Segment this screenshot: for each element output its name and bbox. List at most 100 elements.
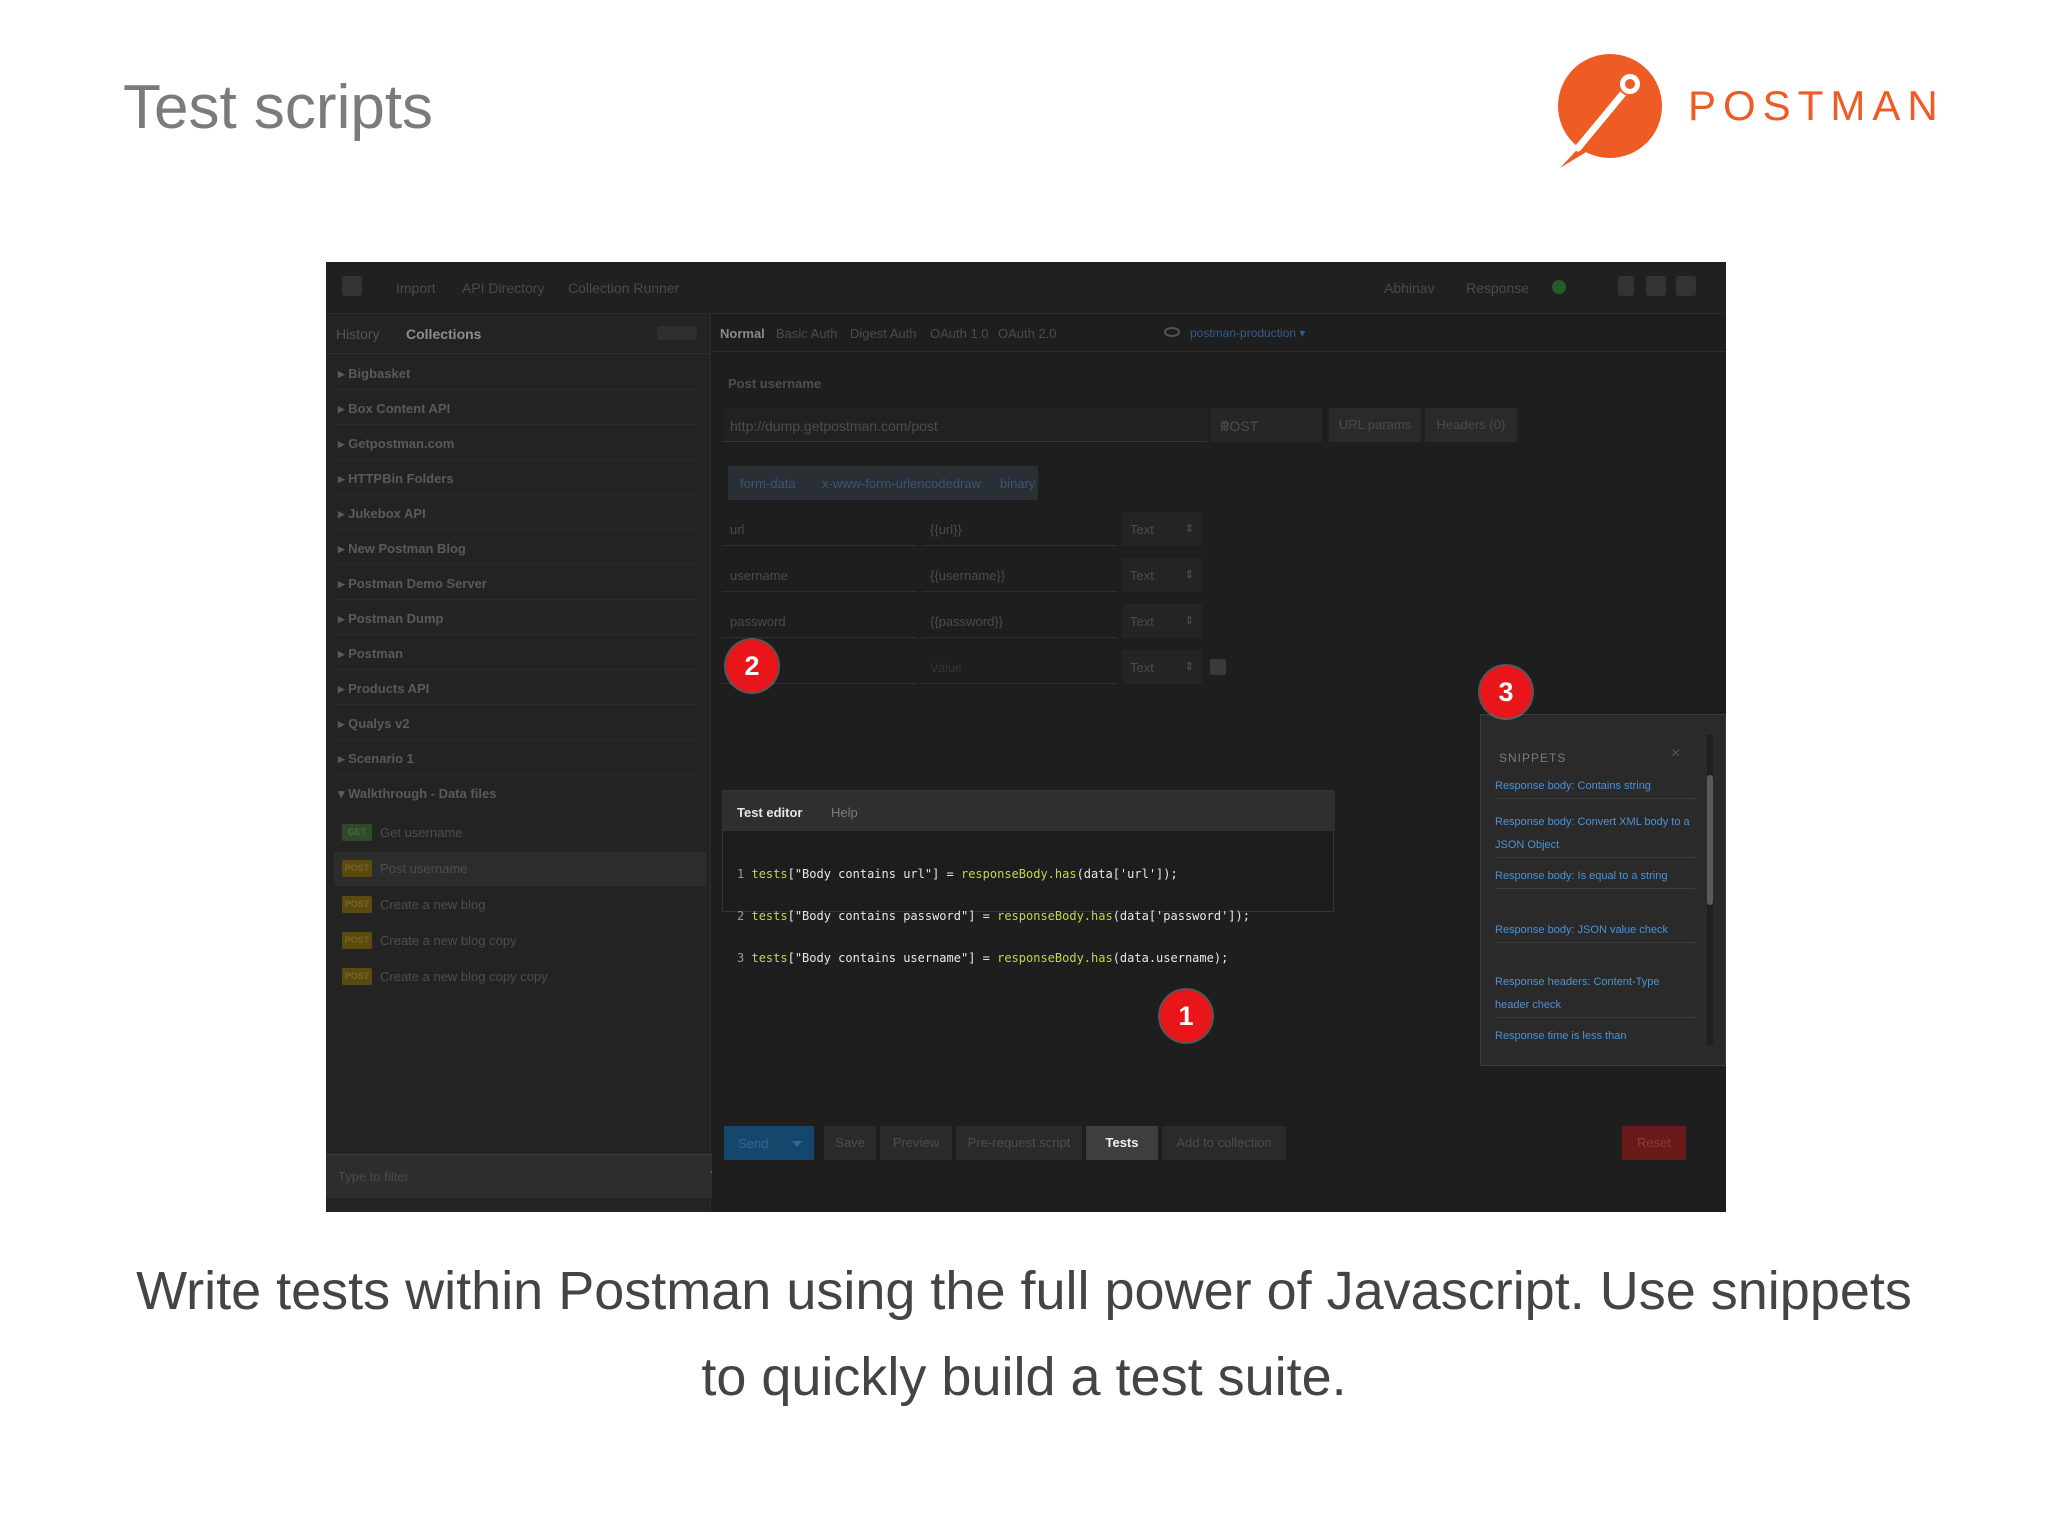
wrench-icon[interactable]: [1618, 276, 1634, 296]
collection-item[interactable]: ▸ New Postman Blog: [334, 531, 696, 565]
scrollbar-thumb[interactable]: [1707, 775, 1713, 905]
url-input[interactable]: http://dump.getpostman.com/post: [722, 408, 1207, 442]
topbar-collection-runner[interactable]: Collection Runner: [568, 280, 679, 296]
tab-raw[interactable]: raw: [960, 476, 981, 491]
topbar-user[interactable]: Abhinav: [1384, 280, 1435, 296]
snippet-item[interactable]: Response headers: Content-Type header ch…: [1495, 971, 1695, 1018]
tab-history[interactable]: History: [336, 326, 380, 342]
tab-urlencoded[interactable]: x-www-form-urlencoded: [822, 476, 960, 491]
key-text: url: [730, 522, 745, 537]
tests-button[interactable]: Tests: [1086, 1126, 1158, 1160]
type-text: Text: [1130, 614, 1154, 629]
callout-marker-1: 1: [1160, 990, 1212, 1042]
form-row-new: Value Text ⇕: [722, 650, 1462, 684]
type-select[interactable]: Text ⇕: [1122, 604, 1202, 638]
value-input[interactable]: {{password}}: [922, 604, 1117, 638]
key-text: username: [730, 568, 788, 583]
request-item[interactable]: POST Create a new blog: [334, 888, 706, 922]
request-item-selected[interactable]: POST Post username: [334, 852, 706, 886]
type-select[interactable]: Text ⇕: [1122, 512, 1202, 546]
url-params-button[interactable]: URL params: [1329, 408, 1421, 442]
send-button[interactable]: Send: [724, 1126, 814, 1160]
url-value: http://dump.getpostman.com/post: [730, 418, 938, 434]
collection-label: ▾ Walkthrough - Data files: [338, 786, 497, 801]
tab-help[interactable]: Help: [831, 805, 858, 820]
snippet-item[interactable]: Response body: Contains string: [1495, 775, 1695, 799]
window-icon[interactable]: [1646, 276, 1666, 296]
body-type-tabs: form-data x-www-form-urlencoded raw bina…: [728, 466, 1038, 500]
reset-button[interactable]: Reset: [1622, 1126, 1686, 1160]
request-item[interactable]: GET Get username: [334, 816, 706, 850]
topbar-api-directory[interactable]: API Directory: [462, 280, 544, 296]
collection-item[interactable]: ▸ Products API: [334, 671, 696, 705]
eye-icon[interactable]: [1164, 327, 1180, 337]
tab-form-data[interactable]: form-data: [740, 476, 796, 491]
collection-item[interactable]: ▸ Scenario 1: [334, 741, 696, 775]
tab-normal[interactable]: Normal: [720, 326, 765, 341]
collection-item[interactable]: ▸ Postman: [334, 636, 696, 670]
key-input[interactable]: url: [722, 512, 917, 546]
save-button[interactable]: Save: [824, 1126, 876, 1160]
collection-item-expanded[interactable]: ▾ Walkthrough - Data files: [334, 776, 696, 810]
add-to-collection-button[interactable]: Add to collection: [1162, 1126, 1286, 1160]
key-input[interactable]: username: [722, 558, 917, 592]
snippet-item[interactable]: Response body: JSON value check: [1495, 919, 1695, 943]
collection-label: ▸ Bigbasket: [338, 366, 411, 381]
environment-select[interactable]: postman-production ▾: [1190, 326, 1305, 340]
filter-placeholder: Type to filter: [338, 1169, 409, 1184]
snippet-item[interactable]: Response body: Is equal to a string: [1495, 865, 1695, 889]
request-label: Create a new blog copy: [380, 933, 517, 948]
row-checkbox[interactable]: [1210, 659, 1226, 675]
collection-item[interactable]: ▸ Getpostman.com: [334, 426, 696, 460]
collection-item[interactable]: ▸ Bigbasket: [334, 356, 696, 390]
value-input[interactable]: Value: [922, 650, 1117, 684]
slide-title: Test scripts: [123, 73, 434, 142]
tab-digest-auth[interactable]: Digest Auth: [850, 326, 917, 341]
topbar-import[interactable]: Import: [396, 280, 436, 296]
topbar-response[interactable]: Response: [1466, 280, 1529, 296]
collection-item[interactable]: ▸ Qualys v2: [334, 706, 696, 740]
callout-marker-2: 2: [726, 640, 778, 692]
sidebar-toggle-icon[interactable]: [342, 276, 362, 296]
snippet-item[interactable]: Response time is less than: [1495, 1025, 1695, 1048]
value-input[interactable]: {{url}}: [922, 512, 1117, 546]
snippets-panel: SNIPPETS × Response body: Contains strin…: [1480, 714, 1726, 1066]
type-select[interactable]: Text ⇕: [1122, 558, 1202, 592]
tab-oauth1[interactable]: OAuth 1.0: [930, 326, 989, 341]
collection-item[interactable]: ▸ Jukebox API: [334, 496, 696, 530]
tab-binary[interactable]: binary: [1000, 476, 1035, 491]
request-item[interactable]: POST Create a new blog copy copy: [334, 960, 706, 994]
type-select[interactable]: Text ⇕: [1122, 650, 1202, 684]
tab-collections[interactable]: Collections: [406, 326, 481, 342]
settings-icon[interactable]: [1676, 276, 1696, 296]
test-editor[interactable]: Test editor Help 1 tests["Body contains …: [722, 790, 1335, 965]
tab-basic-auth[interactable]: Basic Auth: [776, 326, 837, 341]
tab-oauth2[interactable]: OAuth 2.0: [998, 326, 1057, 341]
preview-button[interactable]: Preview: [880, 1126, 952, 1160]
value-input[interactable]: {{username}}: [922, 558, 1117, 592]
type-text: Text: [1130, 660, 1154, 675]
sidebar-actions-icon[interactable]: [657, 326, 697, 340]
key-input[interactable]: password: [722, 604, 917, 638]
collection-item[interactable]: ▸ Box Content API: [334, 391, 696, 425]
snippets-scrollbar[interactable]: [1707, 735, 1713, 1045]
snippet-item[interactable]: Response body: Convert XML body to a JSO…: [1495, 811, 1695, 858]
method-select[interactable]: POST ⇕: [1210, 408, 1322, 442]
chevron-down-icon[interactable]: [792, 1141, 802, 1147]
code-area[interactable]: 1 tests["Body contains url"] = responseB…: [737, 839, 1327, 993]
collection-label: ▸ Postman Dump: [338, 611, 444, 626]
collection-item[interactable]: ▸ HTTPBin Folders: [334, 461, 696, 495]
select-arrows-icon: ⇕: [1220, 418, 1232, 434]
code-line: 2 tests["Body contains password"] = resp…: [737, 909, 1250, 923]
auth-tabs: Normal Basic Auth Digest Auth OAuth 1.0 …: [712, 314, 1726, 352]
collection-item[interactable]: ▸ Postman Dump: [334, 601, 696, 635]
tab-test-editor[interactable]: Test editor: [737, 805, 803, 820]
close-icon[interactable]: ×: [1671, 745, 1680, 763]
headers-button[interactable]: Headers (0): [1425, 408, 1517, 442]
collection-item[interactable]: ▸ Postman Demo Server: [334, 566, 696, 600]
filter-input[interactable]: Type to filter: [326, 1154, 726, 1198]
select-arrows-icon: ⇕: [1184, 615, 1194, 627]
request-item[interactable]: POST Create a new blog copy: [334, 924, 706, 958]
prerequest-script-button[interactable]: Pre-request script: [956, 1126, 1082, 1160]
action-bar: Send Save Preview Pre-request script Tes…: [712, 1126, 1726, 1164]
